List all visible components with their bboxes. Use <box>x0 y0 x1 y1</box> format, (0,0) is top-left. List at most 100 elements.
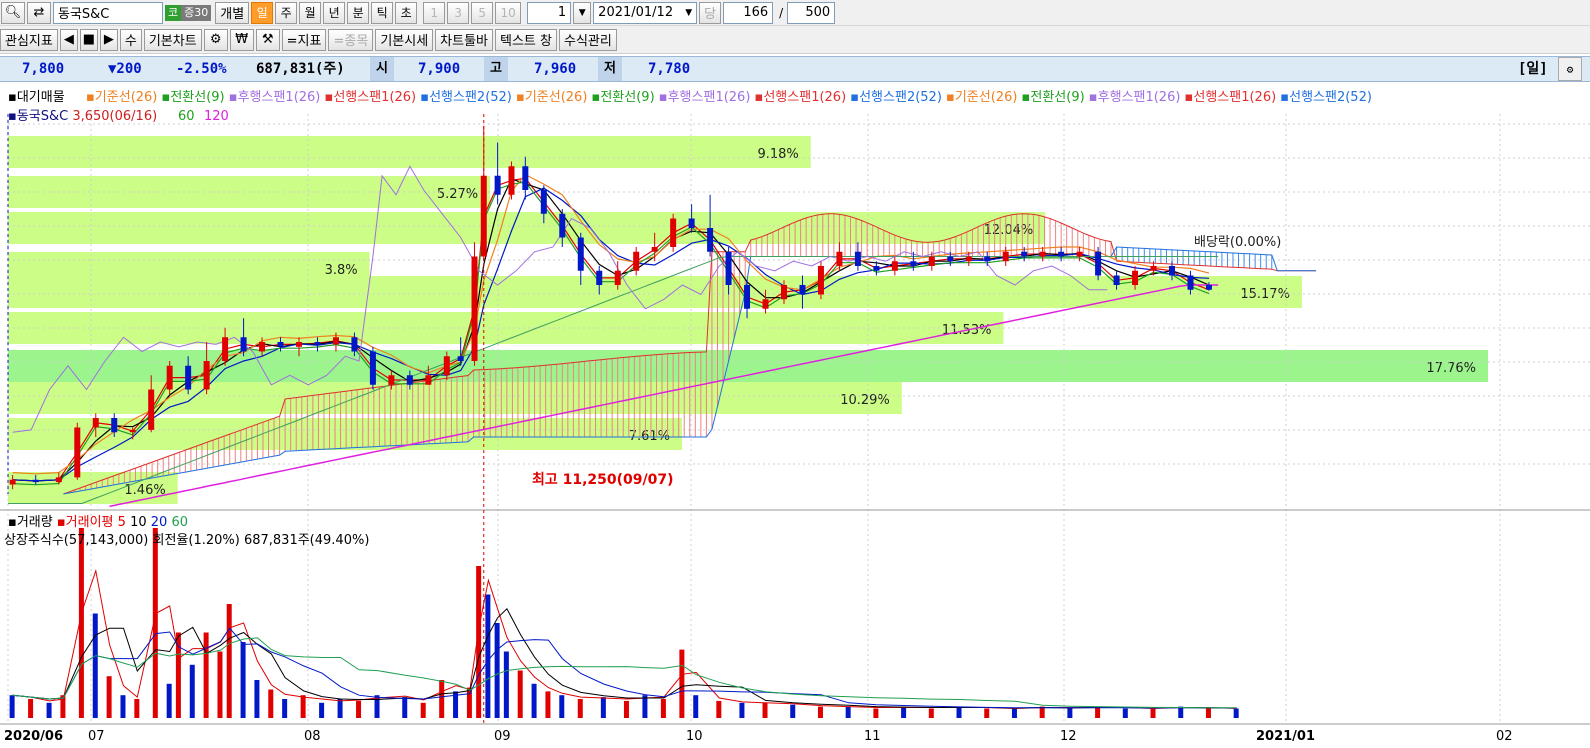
scroll-left-icon[interactable]: ◀ <box>59 28 78 51</box>
su-button[interactable]: 수 <box>119 28 142 51</box>
date-picker[interactable]: 2021/01/12 ▼ <box>593 1 698 24</box>
volume-title: ▪거래량 ▪거래이평 5 10 20 60 <box>8 515 188 530</box>
x-tick-label: 07 <box>88 729 105 744</box>
volume-bar <box>623 700 629 718</box>
volume-bar <box>693 695 699 718</box>
open-price: 7,900 <box>418 61 461 77</box>
volume-bar <box>1205 708 1211 718</box>
volume-bar <box>790 704 796 718</box>
volume-bar <box>420 702 426 718</box>
period-week-tab[interactable]: 주 <box>275 1 298 24</box>
tool-icon[interactable]: ⚙ <box>203 28 228 51</box>
price-change: ▼200 <box>108 61 142 77</box>
volume-panel <box>9 528 1239 718</box>
candle-body <box>1187 275 1194 290</box>
volume-profile-band <box>8 252 370 284</box>
minute-10-button[interactable]: 10 <box>495 1 522 24</box>
basic-quote-button[interactable]: 기본시세 <box>375 28 434 51</box>
candle-body <box>92 418 99 428</box>
candle-body <box>707 228 714 252</box>
candle-body <box>471 256 478 361</box>
volume-bar <box>240 642 246 718</box>
period-minute-tab[interactable]: 분 <box>347 1 370 24</box>
x-tick-label: 09 <box>494 729 511 744</box>
volume-bar <box>545 691 551 718</box>
candle-body <box>351 337 358 352</box>
stop-icon[interactable]: ■ <box>79 28 98 51</box>
candle-body <box>443 356 450 376</box>
chart-toolbar-button[interactable]: 차트툴바 <box>435 28 493 51</box>
volume-bar <box>189 664 195 718</box>
candle-body <box>32 479 39 483</box>
volume-bar <box>531 683 537 718</box>
main-toolbar: 🔍︎ ⇄ 동국S&C 코 증30 개별 일 주 월 년 분 틱 초 1 3 5 … <box>0 0 1590 26</box>
legend-prefix: ▪대기매물 <box>8 90 65 105</box>
stock-chart[interactable]: 1.46%7.61%10.29%17.76%11.53%15.17%12.04%… <box>0 84 1590 748</box>
total-input[interactable]: 500 <box>787 1 836 24</box>
period-second-tab[interactable]: 초 <box>395 1 418 24</box>
candle-body <box>203 361 210 390</box>
wrench-icon[interactable]: ⚒ <box>255 28 280 51</box>
shares-info: 상장주식수(57,143,000) 회전율(1.20%) 687,831주(49… <box>4 533 369 548</box>
period-month-tab[interactable]: 월 <box>299 1 322 24</box>
legend-item: ▪전환선(9) <box>157 90 224 105</box>
count-input[interactable]: 166 <box>723 1 774 24</box>
high-annotation: 최고 11,250(09/07) <box>532 472 674 488</box>
chevron-down-icon[interactable]: ▼ <box>685 8 692 18</box>
watch-indicator-button[interactable]: 관심지표 <box>0 28 58 51</box>
dang-button[interactable]: 당 <box>699 1 722 24</box>
formula-management-button[interactable]: 수식관리 <box>558 28 617 51</box>
candle-body <box>1021 251 1028 257</box>
candle-body <box>1058 251 1065 257</box>
legend-item: ▪선행스팬1(26) <box>750 89 846 105</box>
won-icon[interactable]: ₩ <box>229 28 254 51</box>
band-pct-label: 9.18% <box>757 147 798 162</box>
candle-body <box>259 342 266 352</box>
period-year-tab[interactable]: 년 <box>323 1 346 24</box>
period-tick-tab[interactable]: 틱 <box>371 1 394 24</box>
volume-bar <box>494 623 500 718</box>
stock-button[interactable]: =종목 <box>328 28 374 51</box>
volume-bar <box>466 687 472 718</box>
text-window-button[interactable]: 텍스트 창 <box>495 28 557 51</box>
minute-5-button[interactable]: 5 <box>471 1 494 24</box>
minute-3-button[interactable]: 3 <box>447 1 470 24</box>
volume-bar <box>439 680 445 718</box>
interval-dropdown-icon[interactable]: ▼ <box>573 1 592 24</box>
volume-bar <box>485 594 491 718</box>
x-tick-label: 10 <box>686 729 703 744</box>
interval-input[interactable]: 1 <box>527 1 572 24</box>
candle-body <box>559 213 566 238</box>
search-icon[interactable]: 🔍︎ <box>1 1 25 24</box>
legend-item: ▪후행스팬1(26) <box>1085 89 1181 105</box>
legend-item: ▪전환선(9) <box>587 90 654 105</box>
settings-icon[interactable]: ⚙ <box>1558 57 1582 81</box>
legend-item: ▪후행스팬1(26) <box>225 89 321 105</box>
candle-body <box>947 256 954 262</box>
volume-bar <box>282 699 288 718</box>
volume-bar <box>46 702 52 718</box>
indicator-button[interactable]: =지표 <box>281 28 327 51</box>
legend-item: ▪기준선(26) <box>942 90 1018 105</box>
period-day-tab[interactable]: 일 <box>251 1 274 24</box>
volume-bar <box>817 706 823 718</box>
minute-1-button[interactable]: 1 <box>423 1 446 24</box>
candle-body <box>166 365 173 390</box>
volume-bar <box>9 695 15 718</box>
band-pct-label: 10.29% <box>840 393 890 408</box>
volume-bar <box>106 676 112 718</box>
scroll-right-icon[interactable]: ▶ <box>99 28 118 51</box>
swap-icon[interactable]: ⇄ <box>27 1 51 24</box>
volume-bar <box>1233 708 1239 718</box>
candle-body <box>799 285 806 295</box>
candle-body <box>480 175 487 257</box>
candle-body <box>1205 285 1212 290</box>
basic-chart-button[interactable]: 기본차트 <box>143 28 202 51</box>
stock-name-input[interactable]: 동국S&C <box>53 1 163 24</box>
high-label: 고 <box>484 57 508 81</box>
x-tick-label: 11 <box>864 729 881 744</box>
volume-bar <box>268 689 274 718</box>
candle-body <box>1150 266 1157 271</box>
individual-button[interactable]: 개별 <box>215 1 250 24</box>
volume-avg-line <box>12 568 1237 710</box>
